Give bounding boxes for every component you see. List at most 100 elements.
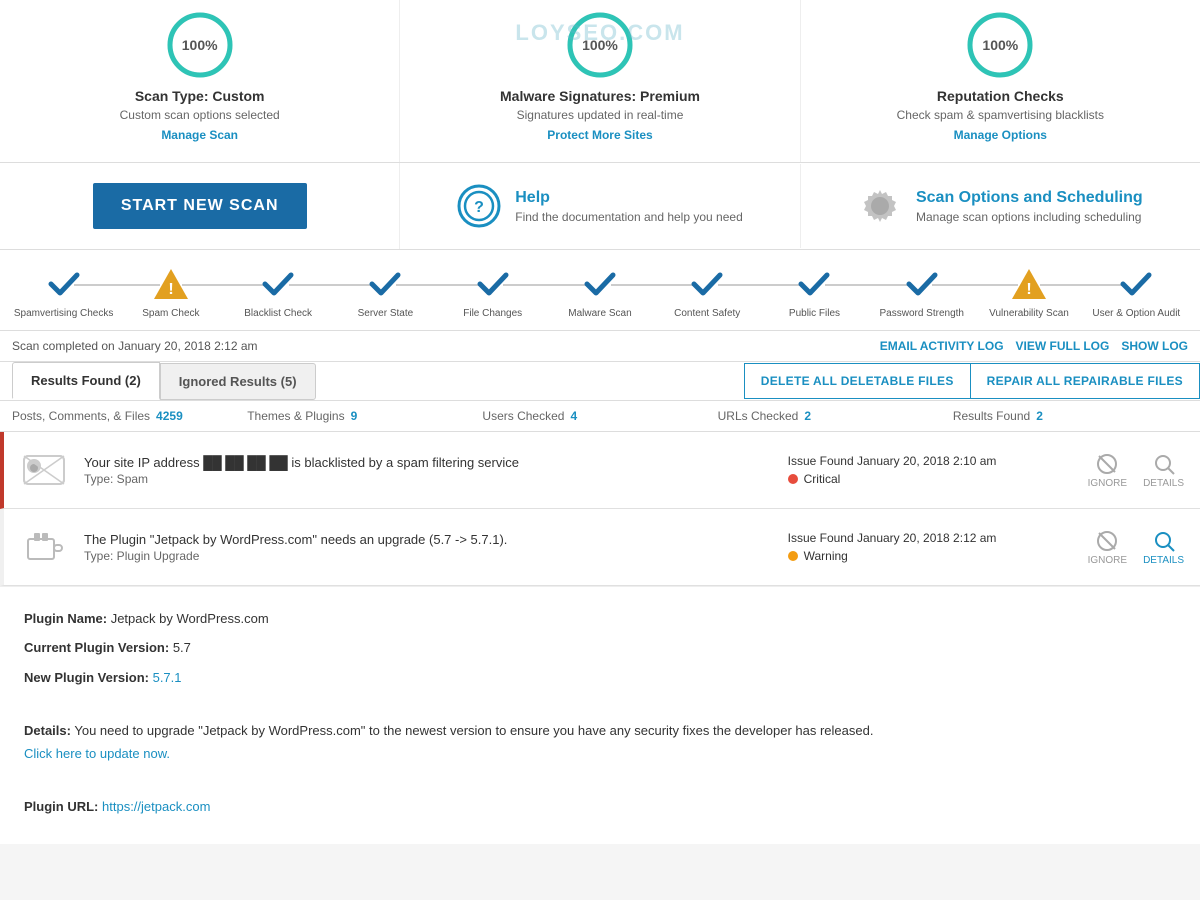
spam-icon [20,446,68,494]
results-found-tab[interactable]: Results Found (2) [12,362,160,400]
spam-type: Type: Spam [84,472,768,486]
malware-title: Malware Signatures: Premium [500,88,700,104]
view-full-log-link[interactable]: VIEW FULL LOG [1016,339,1110,353]
scan-type-subtitle: Custom scan options selected [120,108,280,122]
help-title[interactable]: Help [515,189,743,207]
step-0: Spamvertising Checks [10,266,117,320]
stats-bar: Posts, Comments, & Files 4259Themes & Pl… [0,401,1200,432]
check-icon [582,266,618,302]
scan-type-title: Scan Type: Custom [135,88,265,104]
step-label: Malware Scan [568,308,631,320]
manage-options-link[interactable]: Manage Options [954,128,1047,142]
spam-actions: IGNORE DETAILS [1088,452,1184,489]
plugin-severity: Warning [788,549,1068,563]
result-meta-spam: Issue Found January 20, 2018 2:10 am Cri… [788,454,1068,486]
stat-value: 4259 [156,409,183,423]
reputation-percent: 100% [982,37,1018,53]
help-card: ? Help Find the documentation and help y… [400,164,800,248]
delete-all-button[interactable]: DELETE ALL DELETABLE FILES [744,363,971,399]
step-10: User & Option Audit [1083,266,1190,320]
svg-text:?: ? [474,199,484,216]
step-3: Server State [332,266,439,320]
step-label: Server State [358,308,414,320]
stat-label: Results Found [953,409,1030,423]
spam-title: Your site IP address ██ ██ ██ ██ is blac… [84,455,768,470]
check-icon [260,266,296,302]
stat-item-4: Results Found 2 [953,409,1188,423]
check-icon [904,266,940,302]
detail-current-version: Current Plugin Version: 5.7 [24,636,1176,659]
results-list: Your site IP address ██ ██ ██ ██ is blac… [0,432,1200,844]
result-meta-plugin: Issue Found January 20, 2018 2:12 am War… [788,531,1068,563]
plugin-actions: IGNORE DETAILS [1088,529,1184,566]
result-item-plugin: The Plugin "Jetpack by WordPress.com" ne… [0,509,1200,586]
step-4: File Changes [439,266,546,320]
stat-value: 9 [351,409,358,423]
plugin-title: The Plugin "Jetpack by WordPress.com" ne… [84,532,768,547]
step-label: Vulnerability Scan [989,308,1069,320]
scan-steps: Spamvertising Checks ! Spam Check Blackl… [0,250,1200,331]
step-label: Content Safety [674,308,740,320]
scan-options-title[interactable]: Scan Options and Scheduling [916,189,1143,207]
reputation-title: Reputation Checks [937,88,1064,104]
scan-options-text: Scan Options and Scheduling Manage scan … [916,189,1143,224]
stat-value: 2 [1036,409,1043,423]
ignore-plugin-button[interactable]: IGNORE [1088,529,1127,566]
result-body-plugin: The Plugin "Jetpack by WordPress.com" ne… [84,532,768,563]
show-log-link[interactable]: SHOW LOG [1121,339,1188,353]
status-links: EMAIL ACTIVITY LOG VIEW FULL LOG SHOW LO… [880,339,1188,353]
result-body-spam: Your site IP address ██ ██ ██ ██ is blac… [84,455,768,486]
detail-plugin-url: Plugin URL: https://jetpack.com [24,795,1176,818]
start-scan-card: START NEW SCAN [0,163,400,249]
update-now-link[interactable]: Click here to update now. [24,746,170,761]
stat-item-3: URLs Checked 2 [718,409,953,423]
gear-icon [858,184,902,228]
step-6: Content Safety [654,266,761,320]
protect-sites-link[interactable]: Protect More Sites [547,128,652,142]
stat-label: Posts, Comments, & Files [12,409,150,423]
top-section: 100% Scan Type: Custom Custom scan optio… [0,0,1200,163]
reputation-subtitle: Check spam & spamvertising blacklists [897,108,1104,122]
ignore-spam-button[interactable]: IGNORE [1088,452,1127,489]
details-spam-button[interactable]: DETAILS [1143,452,1184,489]
malware-percent: 100% [582,37,618,53]
scan-completed-text: Scan completed on January 20, 2018 2:12 … [12,339,258,353]
stat-item-2: Users Checked 4 [482,409,717,423]
check-icon [1118,266,1154,302]
help-text: Help Find the documentation and help you… [515,189,743,224]
detail-panel: Plugin Name: Jetpack by WordPress.com Cu… [0,586,1200,844]
details-plugin-button[interactable]: DETAILS [1143,529,1184,566]
reputation-card: 100% Reputation Checks Check spam & spam… [801,0,1200,162]
spam-severity: Critical [788,472,1068,486]
stat-item-0: Posts, Comments, & Files 4259 [12,409,247,423]
step-5: Malware Scan [546,266,653,320]
manage-scan-link[interactable]: Manage Scan [161,128,238,142]
step-9: ! Vulnerability Scan [975,266,1082,320]
stat-label: Users Checked [482,409,564,423]
warn-icon: ! [1011,266,1047,302]
new-version-link[interactable]: 5.7.1 [153,670,182,685]
step-label: Spam Check [142,308,199,320]
malware-signatures-card: 100% LOYSEO.COM Malware Signatures: Prem… [400,0,800,162]
step-label: Public Files [789,308,840,320]
check-icon [46,266,82,302]
critical-dot [788,474,798,484]
plugin-type: Type: Plugin Upgrade [84,549,768,563]
stat-label: URLs Checked [718,409,799,423]
svg-text:!: ! [1026,281,1031,298]
step-7: Public Files [761,266,868,320]
ignored-results-tab[interactable]: Ignored Results (5) [160,363,316,400]
malware-subtitle: Signatures updated in real-time [517,108,684,122]
repair-all-button[interactable]: REPAIR ALL REPAIRABLE FILES [971,363,1200,399]
stat-item-1: Themes & Plugins 9 [247,409,482,423]
start-new-scan-button[interactable]: START NEW SCAN [93,183,307,229]
step-label: Blacklist Check [244,308,312,320]
check-icon [796,266,832,302]
help-subtitle: Find the documentation and help you need [515,210,743,224]
plugin-url-link[interactable]: https://jetpack.com [102,799,210,814]
scan-options-subtitle: Manage scan options including scheduling [916,210,1143,224]
email-activity-log-link[interactable]: EMAIL ACTIVITY LOG [880,339,1004,353]
stat-label: Themes & Plugins [247,409,344,423]
step-1: ! Spam Check [117,266,224,320]
step-label: File Changes [463,308,522,320]
